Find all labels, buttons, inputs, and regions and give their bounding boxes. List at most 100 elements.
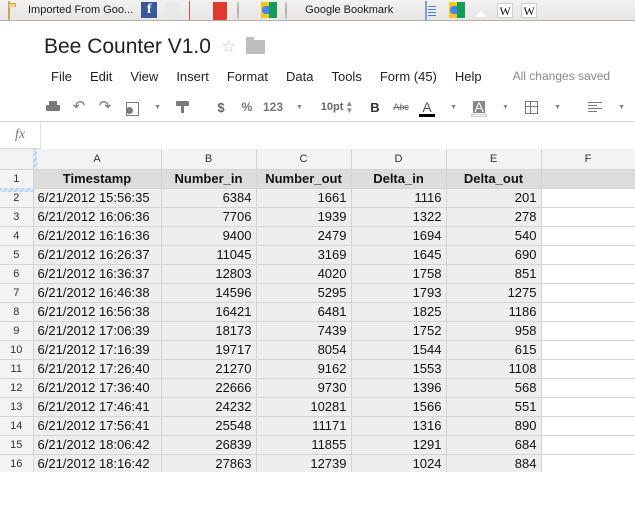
- cell-e11[interactable]: 1108: [445, 358, 542, 379]
- table-row[interactable]: 2 6/21/2012 15:56:35 6384 1661 1116 201: [0, 187, 635, 208]
- cell-c16[interactable]: 12739: [255, 453, 352, 472]
- cell-a2[interactable]: 6/21/2012 15:56:35: [32, 187, 162, 208]
- fill-color-dropdown[interactable]: ▼: [494, 96, 516, 118]
- menu-item-tools[interactable]: Tools: [322, 66, 370, 87]
- align-dropdown[interactable]: ▼: [610, 96, 632, 118]
- cell-b2[interactable]: 6384: [160, 187, 257, 208]
- column-header-d[interactable]: D: [350, 149, 447, 170]
- table-row[interactable]: 1 Timestamp Number_in Number_out Delta_i…: [0, 168, 635, 189]
- bookmark-globe-1[interactable]: [233, 1, 257, 20]
- number-format-button[interactable]: 123: [262, 96, 284, 118]
- cell-f2[interactable]: [540, 187, 635, 208]
- cell-c11[interactable]: 9162: [255, 358, 352, 379]
- page-title[interactable]: Bee Counter V1.0: [44, 35, 211, 58]
- cell-c9[interactable]: 7439: [255, 320, 352, 341]
- bookmark-blue-square[interactable]: [397, 1, 421, 20]
- cell-f4[interactable]: [540, 225, 635, 246]
- cell-f10[interactable]: [540, 339, 635, 360]
- cell-e10[interactable]: 615: [445, 339, 542, 360]
- table-row[interactable]: 6 6/21/2012 16:36:37 12803 4020 1758 851: [0, 263, 635, 284]
- percent-format-button[interactable]: %: [236, 96, 258, 118]
- bookmark-red-flag[interactable]: [209, 1, 233, 20]
- row-header[interactable]: 8: [0, 301, 34, 322]
- cell-f1[interactable]: [540, 168, 635, 189]
- row-header[interactable]: 4: [0, 225, 34, 246]
- menu-item-data[interactable]: Data: [277, 66, 322, 87]
- borders-button[interactable]: [520, 96, 542, 118]
- cell-d14[interactable]: 1316: [350, 415, 447, 436]
- undo-button[interactable]: ↶: [68, 96, 90, 118]
- cell-e16[interactable]: 884: [445, 453, 542, 472]
- cell-b6[interactable]: 12803: [160, 263, 257, 284]
- cell-a14[interactable]: 6/21/2012 17:56:41: [32, 415, 162, 436]
- table-row[interactable]: 16 6/21/2012 18:16:42 27863 12739 1024 884: [0, 453, 635, 472]
- cell-f6[interactable]: [540, 263, 635, 284]
- table-row[interactable]: 15 6/21/2012 18:06:42 26839 11855 1291 684: [0, 434, 635, 455]
- bookmark-blue-diamond[interactable]: [541, 1, 565, 20]
- row-header[interactable]: 3: [0, 206, 34, 227]
- cell-c2[interactable]: 1661: [255, 187, 352, 208]
- cell-f12[interactable]: [540, 377, 635, 398]
- cell-e4[interactable]: 540: [445, 225, 542, 246]
- cell-a4[interactable]: 6/21/2012 16:16:36: [32, 225, 162, 246]
- cell-a9[interactable]: 6/21/2012 17:06:39: [32, 320, 162, 341]
- menu-item-edit[interactable]: Edit: [81, 66, 121, 87]
- cell-c5[interactable]: 3169: [255, 244, 352, 265]
- cell-c8[interactable]: 6481: [255, 301, 352, 322]
- row-header[interactable]: 10: [0, 339, 34, 360]
- cell-d3[interactable]: 1322: [350, 206, 447, 227]
- text-color-dropdown[interactable]: ▼: [442, 96, 464, 118]
- cell-f5[interactable]: [540, 244, 635, 265]
- table-row[interactable]: 10 6/21/2012 17:16:39 19717 8054 1544 615: [0, 339, 635, 360]
- print-button[interactable]: [42, 96, 64, 118]
- cell-c14[interactable]: 11171: [255, 415, 352, 436]
- bookmark-cocktail[interactable]: [161, 1, 185, 20]
- cell-b11[interactable]: 21270: [160, 358, 257, 379]
- cell-f14[interactable]: [540, 415, 635, 436]
- cell-d7[interactable]: 1793: [350, 282, 447, 303]
- bookmark-facebook[interactable]: f: [137, 1, 161, 20]
- star-icon[interactable]: ☆: [221, 38, 236, 55]
- cell-e15[interactable]: 684: [445, 434, 542, 455]
- cell-d2[interactable]: 1116: [350, 187, 447, 208]
- cell-b7[interactable]: 14596: [160, 282, 257, 303]
- cell-c4[interactable]: 2479: [255, 225, 352, 246]
- table-row[interactable]: 7 6/21/2012 16:46:38 14596 5295 1793 1275: [0, 282, 635, 303]
- clipboard-dropdown[interactable]: ▼: [146, 96, 168, 118]
- select-all-corner[interactable]: [0, 149, 34, 170]
- strikethrough-button[interactable]: Abc: [390, 96, 412, 118]
- cell-e14[interactable]: 890: [445, 415, 542, 436]
- cell-e5[interactable]: 690: [445, 244, 542, 265]
- cell-e9[interactable]: 958: [445, 320, 542, 341]
- cell-f11[interactable]: [540, 358, 635, 379]
- cell-a6[interactable]: 6/21/2012 16:36:37: [32, 263, 162, 284]
- cell-c1[interactable]: Number_out: [255, 168, 352, 189]
- currency-format-button[interactable]: $: [210, 96, 232, 118]
- text-color-button[interactable]: A: [416, 96, 438, 118]
- spreadsheet-grid[interactable]: A B C D E F 1 Timestamp Number_in Number…: [0, 149, 635, 472]
- table-row[interactable]: 14 6/21/2012 17:56:41 25548 11171 1316 890: [0, 415, 635, 436]
- row-header[interactable]: 6: [0, 263, 34, 284]
- cell-f3[interactable]: [540, 206, 635, 227]
- cell-f7[interactable]: [540, 282, 635, 303]
- bookmark-drive-1[interactable]: [257, 1, 281, 20]
- row-header[interactable]: 12: [0, 377, 34, 398]
- cell-a8[interactable]: 6/21/2012 16:56:38: [32, 301, 162, 322]
- folder-icon[interactable]: [246, 36, 266, 54]
- cell-e7[interactable]: 1275: [445, 282, 542, 303]
- cell-f13[interactable]: [540, 396, 635, 417]
- row-header[interactable]: 9: [0, 320, 34, 341]
- menu-item-help[interactable]: Help: [446, 66, 491, 87]
- row-header[interactable]: 11: [0, 358, 34, 379]
- menu-item-file[interactable]: File: [42, 66, 81, 87]
- cell-a11[interactable]: 6/21/2012 17:26:40: [32, 358, 162, 379]
- cell-a13[interactable]: 6/21/2012 17:46:41: [32, 396, 162, 417]
- cell-e1[interactable]: Delta_out: [445, 168, 542, 189]
- cell-d16[interactable]: 1024: [350, 453, 447, 472]
- menu-item-insert[interactable]: Insert: [167, 66, 218, 87]
- cell-b4[interactable]: 9400: [160, 225, 257, 246]
- cell-a3[interactable]: 6/21/2012 16:06:36: [32, 206, 162, 227]
- cell-c10[interactable]: 8054: [255, 339, 352, 360]
- menu-item-format[interactable]: Format: [218, 66, 277, 87]
- row-header[interactable]: 13: [0, 396, 34, 417]
